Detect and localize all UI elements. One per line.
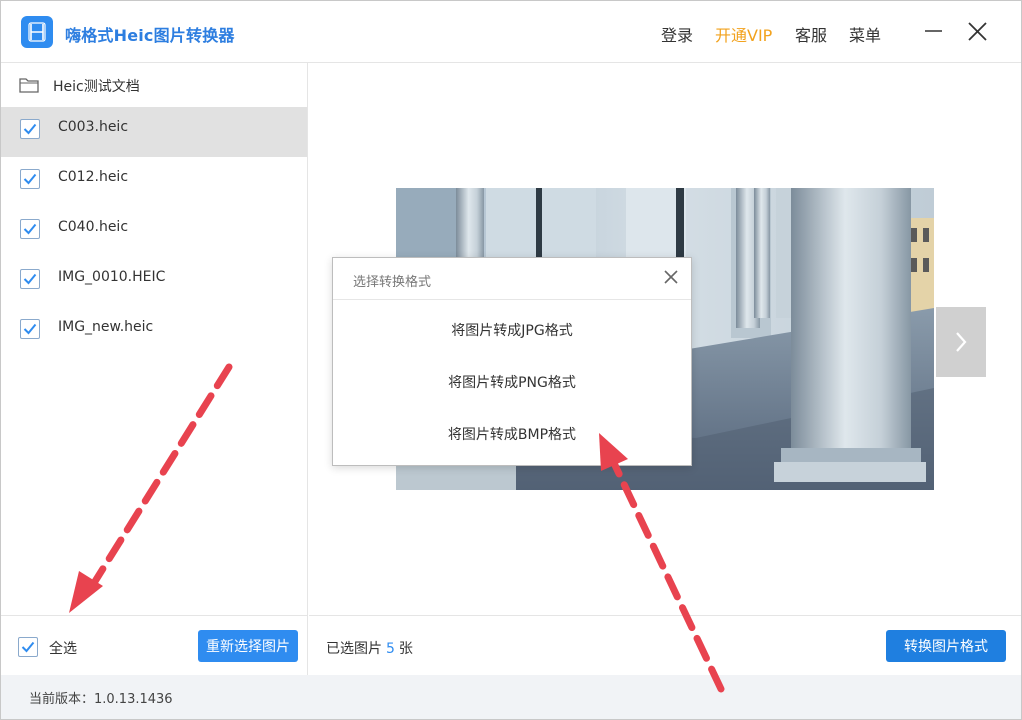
- checkmark-icon: [23, 223, 37, 235]
- file-name: IMG_0010.HEIC: [58, 269, 166, 285]
- file-name: C040.heic: [58, 219, 129, 235]
- checkmark-icon: [23, 173, 37, 185]
- next-image-button[interactable]: [936, 307, 986, 377]
- version-label: 当前版本：1.0.13.1436: [29, 692, 173, 707]
- file-list: C003.heic C012.heic C040.heic IMG_0010.H…: [1, 107, 307, 357]
- checkmark-icon: [23, 123, 37, 135]
- status-bar: 当前版本：1.0.13.1436: [1, 675, 1021, 719]
- file-item[interactable]: IMG_0010.HEIC: [1, 257, 307, 307]
- dialog-header: 选择转换格式: [333, 258, 691, 300]
- file-sidebar: Heic测试文档 C003.heic C012.heic C040.heic I…: [1, 63, 308, 615]
- checkmark-icon: [23, 273, 37, 285]
- reselect-images-button[interactable]: 重新选择图片: [198, 630, 298, 662]
- file-item[interactable]: IMG_new.heic: [1, 307, 307, 357]
- checkmark-icon: [21, 641, 35, 653]
- chevron-right-icon: [956, 332, 967, 352]
- app-window: 嗨格式Heic图片转换器 登录 开通VIP 客服 菜单 Heic测试文档 C00…: [0, 0, 1022, 720]
- close-icon: [664, 270, 678, 284]
- file-item[interactable]: C040.heic: [1, 207, 307, 257]
- folder-icon: [19, 78, 39, 93]
- file-checkbox[interactable]: [20, 119, 40, 139]
- login-link[interactable]: 登录: [661, 22, 693, 46]
- convert-format-button[interactable]: 转换图片格式: [886, 630, 1006, 662]
- close-window-button[interactable]: [963, 17, 993, 47]
- selected-count-prefix: 已选图片: [326, 641, 382, 657]
- folder-label: Heic测试文档: [53, 79, 140, 95]
- format-dialog: 选择转换格式 将图片转成JPG格式 将图片转成PNG格式 将图片转成BMP格式: [332, 257, 692, 466]
- app-title: 嗨格式Heic图片转换器: [65, 26, 235, 45]
- minimize-button[interactable]: [919, 17, 949, 47]
- selected-count-suffix: 张: [398, 641, 413, 657]
- checkmark-icon: [23, 323, 37, 335]
- menu-link[interactable]: 菜单: [849, 22, 881, 46]
- file-checkbox[interactable]: [20, 169, 40, 189]
- folder-row[interactable]: Heic测试文档: [1, 63, 307, 107]
- convert-png-option[interactable]: 将图片转成PNG格式: [333, 362, 691, 402]
- convert-jpg-option[interactable]: 将图片转成JPG格式: [333, 310, 691, 350]
- select-all-label[interactable]: 全选: [49, 638, 77, 658]
- file-checkbox[interactable]: [20, 269, 40, 289]
- file-item[interactable]: C012.heic: [1, 157, 307, 207]
- minimize-icon: [925, 30, 942, 32]
- main-footer: 已选图片 5 张 转换图片格式: [309, 615, 1021, 675]
- convert-bmp-option[interactable]: 将图片转成BMP格式: [333, 414, 691, 454]
- title-bar: 嗨格式Heic图片转换器 登录 开通VIP 客服 菜单: [1, 1, 1021, 63]
- file-name: IMG_new.heic: [58, 319, 154, 335]
- selected-count: 已选图片 5 张: [326, 638, 413, 658]
- sidebar-footer: 全选 重新选择图片: [1, 615, 308, 675]
- customer-service-link[interactable]: 客服: [795, 22, 827, 46]
- selected-count-value: 5: [386, 641, 395, 657]
- dialog-close-button[interactable]: [661, 267, 681, 287]
- app-logo-icon: [21, 16, 53, 48]
- file-checkbox[interactable]: [20, 219, 40, 239]
- file-name: C012.heic: [58, 169, 129, 185]
- file-checkbox[interactable]: [20, 319, 40, 339]
- dialog-title: 选择转换格式: [353, 275, 432, 290]
- file-name: C003.heic: [58, 119, 129, 135]
- select-all-checkbox[interactable]: [18, 637, 38, 657]
- file-item[interactable]: C003.heic: [1, 107, 307, 157]
- vip-link[interactable]: 开通VIP: [715, 22, 772, 46]
- close-icon: [968, 22, 987, 41]
